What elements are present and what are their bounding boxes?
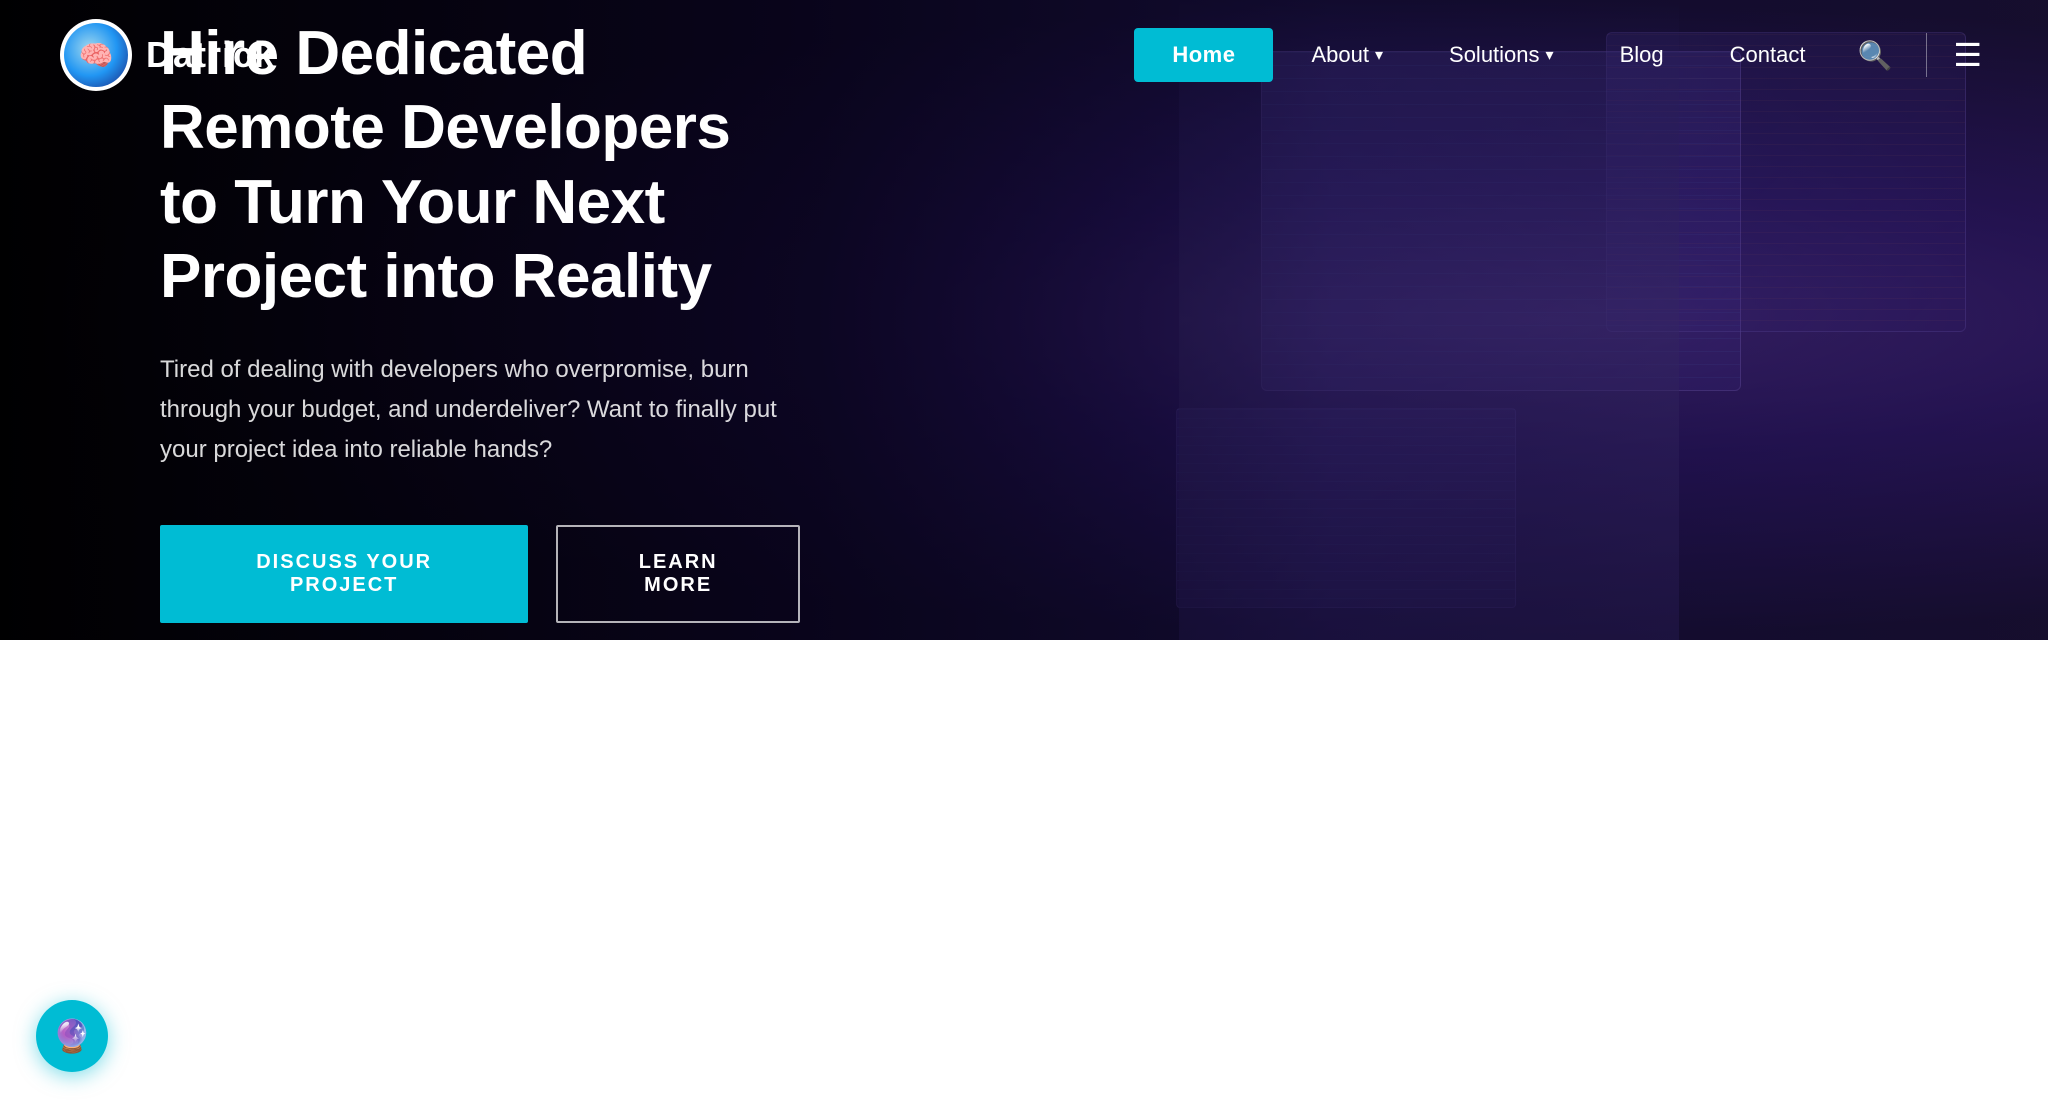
solutions-chevron-icon: ▾ [1546, 45, 1554, 65]
nav-blog-link[interactable]: Blog [1592, 28, 1692, 82]
floating-action-icon: 🔮 [52, 1017, 92, 1055]
nav-divider [1926, 33, 1927, 77]
logo-inner: 🧠 [64, 23, 128, 87]
logo-area[interactable]: 🧠 Datrick [60, 19, 275, 91]
nav-about-link[interactable]: About ▾ [1283, 28, 1411, 82]
nav-links: Home About ▾ Solutions ▾ Blog Contact 🔍 … [1134, 28, 1988, 82]
hero-subtitle: Tired of dealing with developers who ove… [160, 350, 800, 469]
about-chevron-icon: ▾ [1375, 45, 1383, 65]
hero-buttons: DISCUSS YOUR PROJECT LEARN MORE [160, 525, 800, 623]
logo-circle: 🧠 [60, 19, 132, 91]
floating-action-button[interactable]: 🔮 [36, 1000, 108, 1072]
logo-icon: 🧠 [79, 39, 114, 72]
nav-contact-link[interactable]: Contact [1702, 28, 1834, 82]
nav-solutions-link[interactable]: Solutions ▾ [1421, 28, 1582, 82]
brand-name: Datrick [146, 34, 275, 76]
hamburger-menu-icon[interactable]: ☰ [1947, 28, 1988, 82]
search-icon[interactable]: 🔍 [1843, 31, 1906, 80]
learn-more-button[interactable]: LEARN MORE [556, 525, 800, 623]
navbar: 🧠 Datrick Home About ▾ Solutions ▾ Blog … [0, 0, 2048, 110]
below-hero-section [0, 640, 2048, 1108]
nav-home-button[interactable]: Home [1134, 28, 1273, 82]
discuss-project-button[interactable]: DISCUSS YOUR PROJECT [160, 525, 528, 623]
